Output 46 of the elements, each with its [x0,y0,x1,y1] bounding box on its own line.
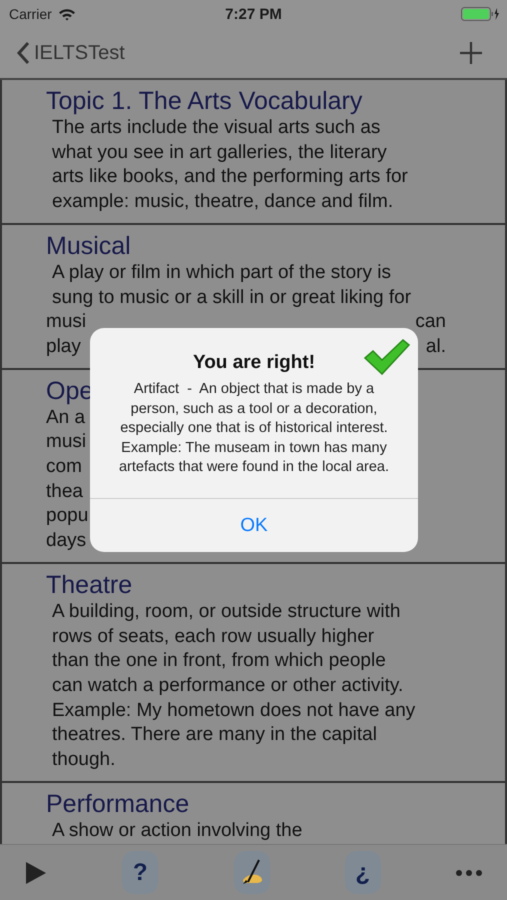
card-text: sung to music or a skill in or great liking for [51,286,412,310]
card-text: than the one in front, from which people [51,649,387,674]
more-icon[interactable] [456,870,482,876]
inverted-question-button[interactable]: ¿ [344,851,381,894]
help-button[interactable]: ? [122,851,158,894]
play-icon[interactable] [25,860,47,884]
card-text: example: music, theatre, dance and film. [51,190,394,214]
card-title: Theatre [46,570,132,600]
card-text: what you see in art galleries, the literary [51,140,388,165]
checkmark-icon [362,338,411,376]
card-text: musi [46,310,86,334]
card-text: An a [46,406,86,430]
write-button[interactable] [234,851,270,894]
card-text: arts like books, and the performing arts for [51,165,409,190]
card-text: popu [46,504,88,528]
carrier-label: Carrier [9,6,52,22]
vocabulary-card[interactable]: Topic 1. The Arts Vocabulary The arts include the visual arts such as what you see in art galleries, the literary arts like books, and the performing arts for example: music, theatre, dance and film. [2,80,505,225]
card-text: A building, room, or outside structure with [51,600,402,624]
card-text: play [46,334,81,359]
card-text: can watch a performance or other activity. [51,674,404,698]
card-title: Topic 1. The Arts Vocabulary [46,86,362,116]
card-text: days [46,529,86,554]
card-text: A play or film in which part of the story is [51,260,392,285]
back-button[interactable]: IELTSTest [16,41,125,65]
chevron-left-icon [16,41,30,65]
battery-icon [461,7,501,21]
clock-time: 7:27 PM [225,6,282,22]
card-text: The arts include the visual arts such as [51,116,382,140]
alert-message: Artifact - An object that is made by a person, such as a tool or a decoration, especially one that is of historical interest. Example: The museam in town has many artefacts that were found in the local area. [118,380,390,477]
alert-title: You are right! [192,352,316,373]
wifi-icon [58,8,76,20]
card-text: though. [51,748,116,772]
card-title: Musical [46,230,131,261]
card-text: al. [426,334,446,359]
card-title: Performance [46,788,190,819]
card-text: Example: My hometown does not have any [51,698,416,723]
card-text: rows of seats, each row usually higher [51,624,376,649]
card-text: theatres. There are many in the capital [51,723,378,748]
card-text: musi [46,430,86,454]
ok-button[interactable]: OK [90,498,418,552]
card-text: can [415,310,446,334]
card-text: com [46,455,82,480]
card-text: A show or action involving the [51,818,304,843]
add-icon[interactable] [459,41,483,65]
card-title: Ope [46,376,94,406]
card-text: thea [46,480,83,504]
